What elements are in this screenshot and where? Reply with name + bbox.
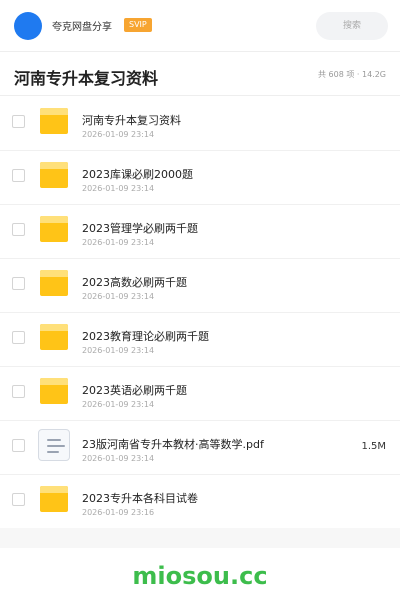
file-name: 2023英语必刷两千题	[82, 384, 187, 397]
folder-header: 河南专升本复习资料 共 608 项 · 14.2G	[0, 56, 400, 96]
file-row[interactable]: 河南专升本复习资料 2026-01-09 23:14	[0, 97, 400, 151]
file-date: 2026-01-09 23:16	[82, 508, 155, 517]
item-summary: 共 608 项 · 14.2G	[318, 70, 386, 79]
folder-icon	[40, 162, 68, 188]
select-checkbox[interactable]	[12, 277, 25, 290]
file-date: 2026-01-09 23:14	[82, 292, 155, 301]
file-name: 2023教育理论必刷两千题	[82, 330, 209, 343]
folder-icon	[40, 216, 68, 242]
svip-badge: SVIP	[124, 18, 152, 32]
folder-icon	[40, 108, 68, 134]
folder-icon	[40, 486, 68, 512]
select-checkbox[interactable]	[12, 115, 25, 128]
folder-icon	[40, 378, 68, 404]
file-name: 河南专升本复习资料	[82, 114, 181, 127]
document-icon	[38, 429, 70, 461]
file-name: 23版河南省专升本教材·高等数学.pdf	[82, 438, 264, 451]
folder-icon	[40, 324, 68, 350]
file-row[interactable]: 2023英语必刷两千题 2026-01-09 23:14	[0, 367, 400, 421]
file-row[interactable]: 2023库课必刷2000题 2026-01-09 23:14	[0, 151, 400, 205]
file-row[interactable]: 23版河南省专升本教材·高等数学.pdf 2026-01-09 23:14 1.…	[0, 421, 400, 475]
file-size: 1.5M	[361, 441, 386, 452]
file-date: 2026-01-09 23:14	[82, 184, 155, 193]
file-name: 2023库课必刷2000题	[82, 168, 193, 181]
file-list: 河南专升本复习资料 2026-01-09 23:14 2023库课必刷2000题…	[0, 97, 400, 529]
list-footer-divider	[0, 528, 400, 548]
file-row[interactable]: 2023管理学必刷两千题 2026-01-09 23:14	[0, 205, 400, 259]
file-date: 2026-01-09 23:14	[82, 130, 155, 139]
file-name: 2023管理学必刷两千题	[82, 222, 198, 235]
file-date: 2026-01-09 23:14	[82, 400, 155, 409]
folder-icon	[40, 270, 68, 296]
top-bar: 夸克网盘分享 SVIP 搜索	[0, 0, 400, 52]
file-date: 2026-01-09 23:14	[82, 238, 155, 247]
page-title: 河南专升本复习资料	[14, 69, 159, 88]
select-checkbox[interactable]	[12, 223, 25, 236]
file-name: 2023专升本各科目试卷	[82, 492, 198, 505]
select-checkbox[interactable]	[12, 385, 25, 398]
file-row[interactable]: 2023教育理论必刷两千题 2026-01-09 23:14	[0, 313, 400, 367]
file-date: 2026-01-09 23:14	[82, 346, 155, 355]
select-checkbox[interactable]	[12, 493, 25, 506]
file-row[interactable]: 2023高数必刷两千题 2026-01-09 23:14	[0, 259, 400, 313]
file-name: 2023高数必刷两千题	[82, 276, 187, 289]
select-checkbox[interactable]	[12, 439, 25, 452]
site-watermark: miosou.cc	[132, 562, 268, 590]
search-button[interactable]: 搜索	[316, 12, 388, 40]
share-user-name: 夸克网盘分享	[52, 22, 112, 33]
file-date: 2026-01-09 23:14	[82, 454, 155, 463]
file-row[interactable]: 2023专升本各科目试卷 2026-01-09 23:16	[0, 475, 400, 529]
select-checkbox[interactable]	[12, 331, 25, 344]
select-checkbox[interactable]	[12, 169, 25, 182]
avatar[interactable]	[14, 12, 42, 40]
